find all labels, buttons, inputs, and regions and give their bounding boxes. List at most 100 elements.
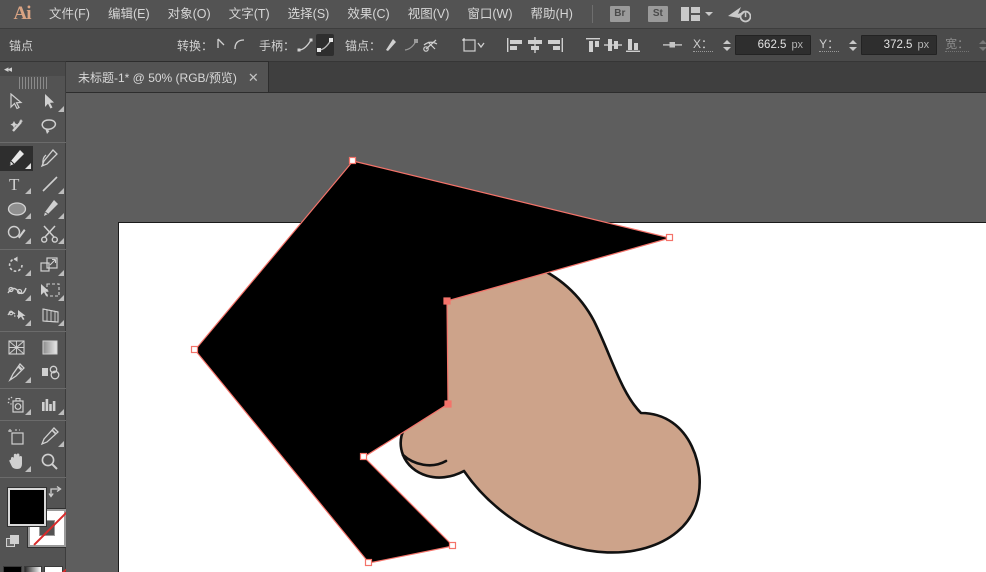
blend-tool[interactable] [33,360,66,385]
column-graph-tool[interactable] [33,392,66,417]
remove-anchor-icon[interactable] [382,34,400,56]
convert-label: 转换： [177,37,213,54]
scissors-tool[interactable] [33,221,66,246]
menu-object[interactable]: 对象(O) [159,0,220,29]
transform-handle-icon[interactable] [662,34,684,56]
control-bar: 锚点 转换： 手柄： [0,29,986,62]
align-top-icon[interactable] [584,34,602,56]
width-tool[interactable] [0,278,33,303]
illustrator-window: Ai 文件(F) 编辑(E) 对象(O) 文字(T) 选择(S) 效果(C) 视… [0,0,986,572]
x-stepper[interactable] [720,34,733,56]
menu-select[interactable]: 选择(S) [279,0,339,29]
cut-path-icon[interactable] [422,34,440,56]
y-coordinate-label: Y： [819,38,839,52]
tool-divider-4 [0,388,66,389]
anchor-point[interactable] [361,454,367,460]
selection-tool[interactable] [0,89,33,114]
mesh-tool[interactable] [0,335,33,360]
color-swatch-area [0,483,66,563]
align-bottom-icon[interactable] [624,34,642,56]
fill-color-swatch[interactable] [8,488,46,526]
close-icon[interactable]: ✕ [248,71,259,84]
menu-view[interactable]: 视图(V) [399,0,459,29]
shaper-tool[interactable] [0,221,33,246]
tool-divider-6 [0,477,66,478]
tools-panel-grip[interactable] [19,77,47,89]
document-tab[interactable]: 未标题-1* @ 50% (RGB/预览) ✕ [66,61,269,92]
align-left-icon[interactable] [506,34,524,56]
artboard-tool[interactable] [0,424,33,449]
gradient-tool[interactable] [33,335,66,360]
gradient-mode-button[interactable] [24,566,43,572]
x-coordinate-field[interactable]: 662.5 px [720,34,811,56]
anchor-point[interactable] [366,560,372,566]
hide-handles-icon[interactable] [316,34,334,56]
y-value: 372.5 [884,39,913,51]
creative-cloud-sync-icon[interactable] [727,5,751,23]
bridge-badge[interactable]: Br [610,6,630,22]
show-handles-icon[interactable] [296,34,314,56]
menu-edit[interactable]: 编辑(E) [99,0,159,29]
menu-type[interactable]: 文字(T) [220,0,279,29]
shape-builder-tool[interactable] [0,303,33,328]
chevron-down-icon [705,12,713,16]
anchor-point[interactable] [445,401,451,407]
anchor-point[interactable] [350,158,356,164]
convert-to-corner-icon[interactable] [214,34,230,56]
color-mode-button[interactable] [3,566,22,572]
artwork-layer[interactable] [66,93,986,572]
tool-divider-1 [0,142,66,143]
lasso-tool[interactable] [33,114,66,139]
direct-selection-tool[interactable] [33,89,66,114]
align-right-icon[interactable] [546,34,564,56]
x-input-box[interactable]: 662.5 px [735,35,811,55]
magic-wand-tool[interactable] [0,114,33,139]
menu-window[interactable]: 窗口(W) [458,0,521,29]
perspective-grid-tool[interactable] [33,303,66,328]
none-mode-button[interactable] [44,566,63,572]
pen-tool[interactable] [0,146,33,171]
anchor-point[interactable] [450,543,456,549]
swap-fill-stroke-icon[interactable] [48,485,62,499]
canvas-area[interactable] [66,93,986,572]
anchor-point[interactable] [192,347,198,353]
paintbrush-tool[interactable] [33,196,66,221]
tools-panel-header[interactable]: ◂◂ [0,62,65,76]
stock-badge[interactable]: St [648,6,668,22]
ellipse-tool[interactable] [0,196,33,221]
align-center-vertical-icon[interactable] [604,34,622,56]
default-fill-stroke-icon[interactable] [6,535,20,549]
y-input-box[interactable]: 372.5 px [861,35,937,55]
menu-file[interactable]: 文件(F) [40,0,99,29]
convert-to-smooth-icon[interactable] [232,34,248,56]
collapse-panel-icon[interactable]: ◂◂ [4,64,11,74]
tool-grid: T [0,89,66,481]
y-stepper[interactable] [846,34,859,56]
workspace-switcher-button[interactable] [681,7,713,21]
slice-tool[interactable] [33,424,66,449]
tool-divider-3 [0,331,66,332]
isolate-selected-icon[interactable] [460,34,486,56]
menu-effect[interactable]: 效果(C) [338,0,398,29]
connect-anchors-icon[interactable] [402,34,420,56]
anchor-point[interactable] [667,235,673,241]
menu-divider [592,5,593,23]
free-transform-tool[interactable] [33,278,66,303]
y-coordinate-field[interactable]: 372.5 px [846,34,937,56]
curvature-tool[interactable] [33,146,66,171]
line-segment-tool[interactable] [33,171,66,196]
rotate-tool[interactable] [0,253,33,278]
align-center-horizontal-icon[interactable] [526,34,544,56]
anchor-point[interactable] [444,298,450,304]
width-field: 0 px [976,34,986,56]
symbol-sprayer-tool[interactable] [0,392,33,417]
scale-tool[interactable] [33,253,66,278]
eyedropper-tool[interactable] [0,360,33,385]
zoom-tool[interactable] [33,449,66,474]
app-logo: Ai [0,0,40,29]
menu-help[interactable]: 帮助(H) [522,0,582,29]
x-value: 662.5 [758,39,787,51]
hand-tool[interactable] [0,449,33,474]
svg-text:T: T [9,175,20,193]
type-tool[interactable]: T [0,171,33,196]
